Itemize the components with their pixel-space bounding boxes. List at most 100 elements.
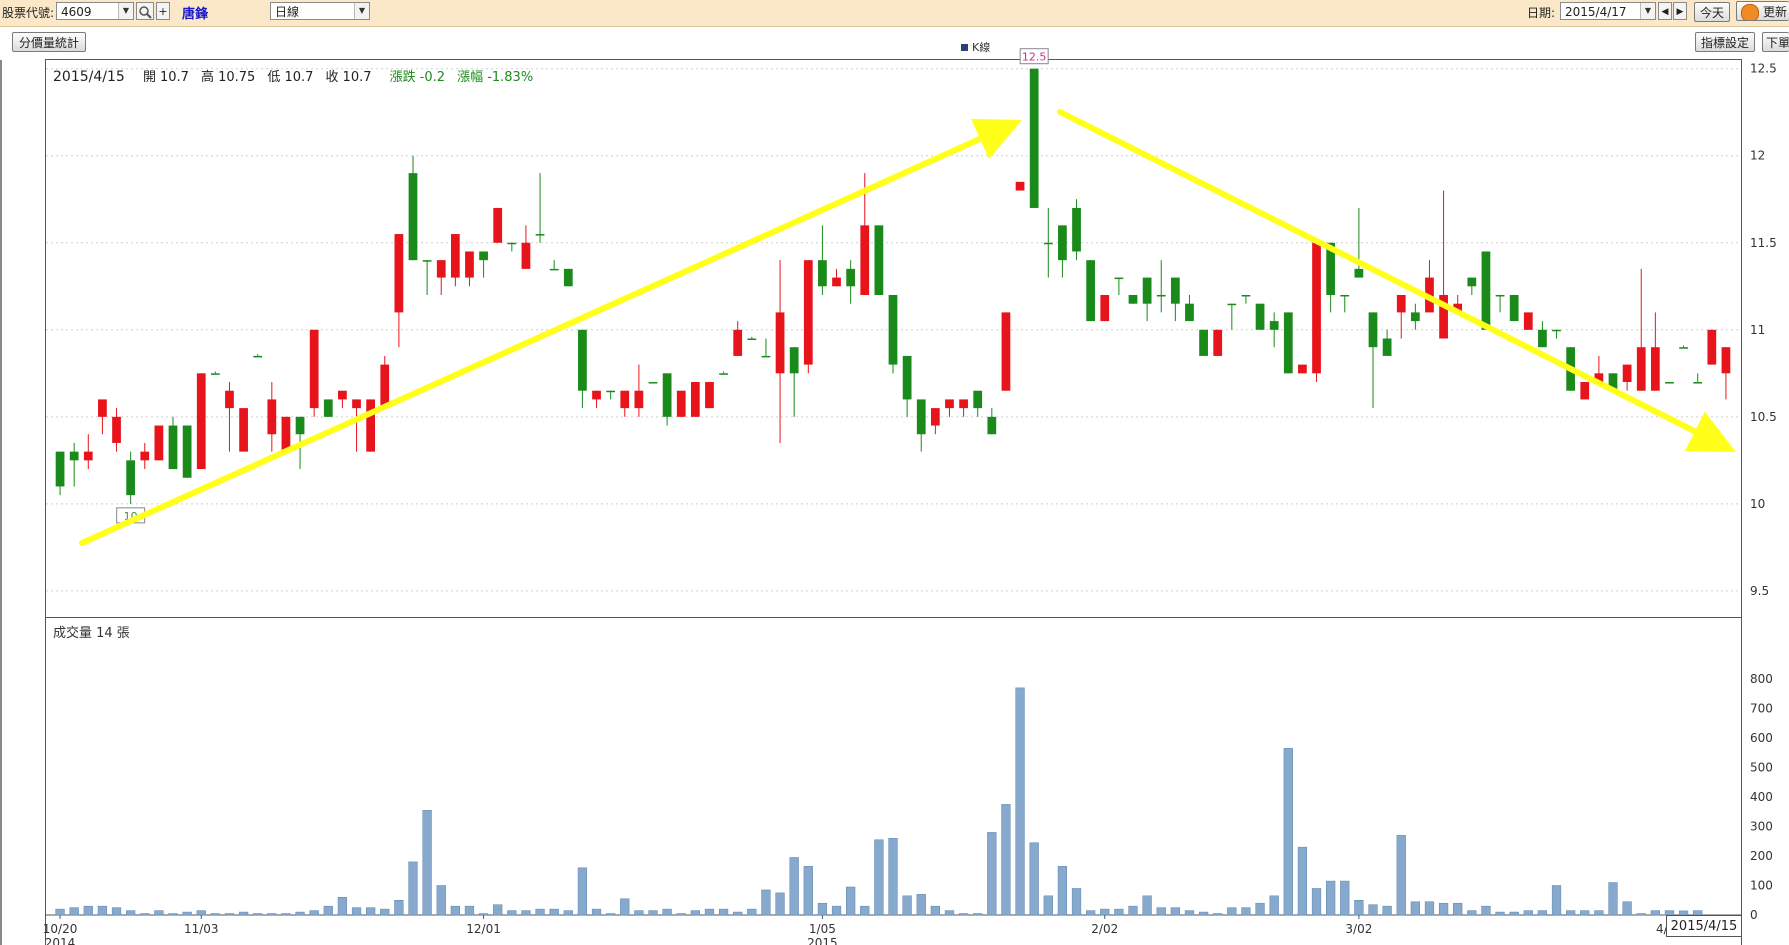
volume-bar	[549, 908, 559, 916]
candle-body	[747, 338, 757, 340]
candle-body	[1241, 294, 1251, 297]
x-tick-label: 3/02	[1345, 922, 1372, 936]
candle-body	[1086, 260, 1096, 322]
downtrend-arrow-shaft	[1057, 109, 1698, 435]
candle-body	[1227, 303, 1237, 306]
candle-body	[1015, 181, 1025, 191]
volume-bar	[450, 905, 460, 916]
volume-bar	[380, 908, 390, 916]
volume-tick-label: 700	[1750, 702, 1773, 716]
volume-bar	[1650, 910, 1660, 916]
volume-bar	[1029, 842, 1039, 916]
volume-bar	[930, 905, 940, 916]
candle-body	[592, 390, 601, 400]
candle-body	[987, 416, 997, 435]
x-tick-label: 10/20	[43, 922, 78, 936]
volume-bar	[1424, 901, 1435, 916]
volume-bar	[97, 905, 108, 916]
candle-body	[380, 364, 390, 409]
candle-body	[140, 451, 150, 461]
candle-body	[535, 234, 545, 236]
volume-bar	[761, 889, 771, 916]
volume-bar	[267, 913, 277, 916]
volume-bar	[182, 911, 192, 916]
volume-bar	[1481, 905, 1491, 916]
volume-bar	[916, 894, 926, 916]
volume-bar	[140, 913, 150, 916]
volume-bar	[196, 910, 206, 916]
candle-body	[55, 451, 65, 487]
candle-body	[1114, 277, 1124, 280]
volume-tick-label: 100	[1750, 879, 1773, 893]
candle-body	[182, 425, 192, 478]
volume-tick-label: 800	[1750, 672, 1773, 686]
volume-tick-label: 200	[1750, 849, 1773, 863]
candle-body	[366, 399, 376, 452]
candle-body	[253, 355, 263, 358]
volume-tick-label: 300	[1750, 820, 1773, 834]
volume-bar	[1001, 804, 1011, 916]
volume-bar	[1509, 911, 1519, 916]
candle-body	[846, 268, 856, 287]
volume-bar	[323, 905, 333, 916]
volume-bar	[846, 886, 856, 916]
volume-bar	[606, 913, 616, 916]
price-tick-label: 12.5	[1750, 62, 1777, 76]
volume-bar	[295, 911, 305, 916]
stock-chart[interactable]: 9.5 10 10.5 11 11.5 12 12.5 0 100 200 300 400 500 600…	[0, 0, 1789, 945]
price-tick-label: 12	[1750, 149, 1765, 163]
volume-bar	[55, 908, 65, 916]
candle-body	[1509, 294, 1519, 322]
candle-body	[1467, 277, 1477, 287]
candle-body	[1283, 312, 1293, 374]
candle-body	[916, 399, 926, 435]
candle-body	[1185, 303, 1194, 322]
volume-bar	[535, 908, 545, 916]
price-tick-label: 9.5	[1750, 584, 1769, 598]
volume-bar	[1086, 910, 1096, 916]
candle-body	[1410, 312, 1420, 322]
volume-bar	[563, 910, 573, 916]
candle-body	[479, 251, 488, 261]
volume-bar	[351, 907, 362, 916]
volume-bar	[1622, 901, 1632, 916]
candle-body	[225, 390, 234, 409]
volume-bar	[591, 908, 602, 916]
volume-bar	[1198, 911, 1209, 916]
volume-bar	[789, 857, 799, 916]
volume-tick-label: 400	[1750, 790, 1773, 804]
volume-bar	[1467, 910, 1477, 916]
volume-bar	[366, 907, 376, 916]
volume-bar	[1043, 895, 1053, 916]
volume-bar	[1071, 888, 1082, 916]
candle-body	[281, 416, 291, 452]
volume-bar	[1580, 910, 1590, 916]
candle-body	[1622, 364, 1632, 383]
volume-bar	[1184, 910, 1195, 916]
candle-body	[1538, 329, 1547, 348]
candle-body	[493, 207, 503, 243]
volume-bar	[944, 910, 955, 916]
extreme-value-label: 12.5	[1022, 51, 1047, 64]
candle-body	[309, 329, 319, 409]
candle-body	[126, 460, 136, 496]
candle-body	[1650, 347, 1660, 391]
volume-bar	[775, 892, 785, 916]
volume-bar	[1396, 835, 1406, 916]
candle-body	[1170, 277, 1180, 304]
volume-bar	[1015, 687, 1025, 916]
volume-bar	[1128, 905, 1138, 916]
price-tick-label: 11.5	[1750, 236, 1777, 250]
candle-body	[338, 390, 347, 400]
volume-bar	[422, 810, 432, 916]
volume-bar	[747, 908, 757, 916]
volume-bar	[493, 904, 503, 916]
volume-bar	[1213, 913, 1223, 916]
volume-bar	[1297, 846, 1308, 916]
volume-bar	[860, 905, 870, 916]
candle-body	[408, 173, 418, 261]
volume-bar	[1410, 901, 1420, 916]
volume-bar	[1340, 880, 1350, 916]
candle-body	[1213, 329, 1223, 356]
candle-body	[168, 425, 178, 470]
